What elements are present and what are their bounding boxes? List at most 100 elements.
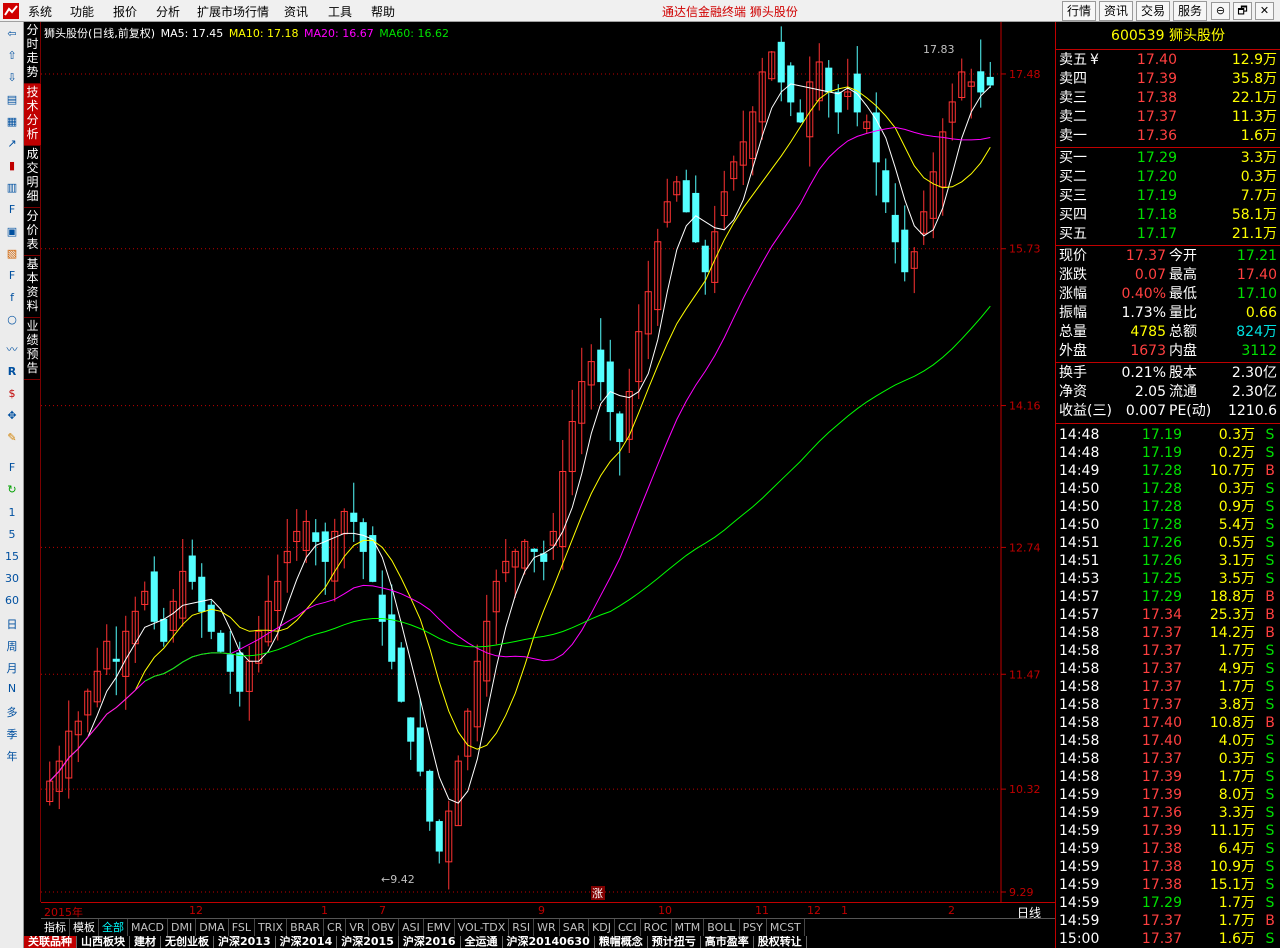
move-icon[interactable]: ✥ — [3, 408, 21, 424]
candle-body — [198, 576, 206, 612]
period-season[interactable]: 季 — [0, 726, 24, 742]
period-multi[interactable]: 多 — [0, 704, 24, 720]
arrow-left-icon[interactable]: ⇦ — [3, 26, 21, 42]
block-tab[interactable]: 沪深2016 — [399, 936, 461, 948]
indicator-tab[interactable]: 指标 — [41, 919, 70, 936]
circle-icon[interactable]: ○ — [3, 312, 21, 328]
indicator-tab[interactable]: ASI — [399, 919, 424, 936]
tick-row: 14:59 17.39 11.1万 S — [1056, 822, 1280, 840]
help-window-icon[interactable]: ⊖ — [1211, 2, 1230, 20]
fs-icon[interactable]: F — [3, 460, 21, 476]
block-tab[interactable]: 沪深2013 — [214, 936, 276, 948]
indicator-tab[interactable]: BOLL — [704, 919, 740, 936]
kline-icon[interactable]: ▮ — [3, 158, 21, 174]
tab-earnings-forecast[interactable]: 业绩预告 — [24, 318, 41, 380]
indicator-tab[interactable]: PSY — [740, 919, 767, 936]
indicator-tab[interactable]: TRIX — [255, 919, 288, 936]
indicator-tab[interactable]: OBV — [369, 919, 399, 936]
block-tab[interactable]: 沪深2014 — [276, 936, 338, 948]
menu-news[interactable]: 资讯 — [284, 3, 308, 20]
menu-analysis[interactable]: 分析 — [156, 3, 180, 20]
indicator-tab[interactable]: VR — [346, 919, 369, 936]
menu-help[interactable]: 帮助 — [371, 3, 395, 20]
indicator-tab[interactable]: 全部 — [99, 919, 128, 936]
period-60[interactable]: 60 — [0, 594, 24, 607]
block-tab[interactable]: 股权转让 — [754, 936, 807, 948]
kline-chart[interactable]: 17.48 15.73 14.16 12.74 11.47 10.32 9.29 17.83 ←… — [41, 22, 1055, 902]
trade-button[interactable]: 交易 — [1136, 1, 1170, 21]
bid-label: 买三 — [1059, 188, 1087, 204]
period-n[interactable]: N — [0, 682, 24, 695]
period-15[interactable]: 15 — [0, 550, 24, 563]
function-icon[interactable]: f — [3, 290, 21, 306]
block-tab[interactable]: 关联品种 — [24, 936, 77, 948]
indicator-tab[interactable]: RSI — [509, 919, 535, 936]
arrow-down-icon[interactable]: ⇩ — [3, 70, 21, 86]
tab-price-table[interactable]: 分价表 — [24, 208, 41, 256]
line-chart-icon[interactable]: ↗ — [3, 136, 21, 152]
tick-row: 14:50 17.28 0.3万 S — [1056, 480, 1280, 498]
indicator-tab[interactable]: BRAR — [287, 919, 325, 936]
wave-icon[interactable]: 〰 — [3, 342, 21, 358]
rsi-icon[interactable]: R — [3, 364, 21, 380]
indicator-tab[interactable]: SAR — [560, 919, 590, 936]
tab-technical[interactable]: 技术分析 — [24, 84, 41, 146]
grid-icon[interactable]: ▦ — [3, 114, 21, 130]
indicator-tab[interactable]: DMI — [168, 919, 197, 936]
indicator-tab[interactable]: VOL-TDX — [455, 919, 510, 936]
news-button[interactable]: 资讯 — [1099, 1, 1133, 21]
period-5[interactable]: 5 — [0, 528, 24, 541]
menu-tools[interactable]: 工具 — [328, 3, 352, 20]
indicator-tab[interactable]: FSL — [229, 919, 255, 936]
indicator-tab[interactable]: MACD — [128, 919, 168, 936]
tab-fundamentals[interactable]: 基本资料 — [24, 256, 41, 318]
menu-system[interactable]: 系统 — [28, 3, 52, 20]
service-button[interactable]: 服务 — [1173, 1, 1207, 21]
menu-quote[interactable]: 报价 — [113, 3, 137, 20]
period-year[interactable]: 年 — [0, 748, 24, 764]
indicator-tab[interactable]: ROC — [641, 919, 672, 936]
block-tab[interactable]: 预计扭亏 — [648, 936, 701, 948]
period-1[interactable]: 1 — [0, 506, 24, 519]
indicator-tab[interactable]: MCST — [767, 919, 805, 936]
block-tab[interactable]: 沪深20140630 — [503, 936, 595, 948]
indicator-tab[interactable]: DMA — [196, 919, 229, 936]
refresh-icon[interactable]: ↻ — [3, 482, 21, 498]
period-30[interactable]: 30 — [0, 572, 24, 585]
tab-intraday[interactable]: 分时走势 — [24, 22, 41, 84]
period-week[interactable]: 周 — [0, 638, 24, 654]
indicator-tab[interactable]: KDJ — [589, 919, 615, 936]
block-tab[interactable]: 山西板块 — [77, 936, 130, 948]
arrow-up-icon[interactable]: ⇧ — [3, 48, 21, 64]
note-icon[interactable]: ▧ — [3, 246, 21, 262]
indicator-tab[interactable]: MTM — [672, 919, 705, 936]
list-icon[interactable]: ▤ — [3, 92, 21, 108]
period-day[interactable]: 日 — [0, 616, 24, 632]
block-tab[interactable]: 粮帽概念 — [595, 936, 648, 948]
menu-extended-market[interactable]: 扩展市场行情 — [197, 3, 269, 20]
table-icon[interactable]: ▥ — [3, 180, 21, 196]
app-logo-icon[interactable] — [2, 2, 20, 20]
tick-price: 17.38 — [1141, 859, 1182, 875]
block-tab[interactable]: 建材 — [130, 936, 161, 948]
block-tab[interactable]: 无创业板 — [161, 936, 214, 948]
block-tab[interactable]: 高市盈率 — [701, 936, 754, 948]
news-icon[interactable]: ▣ — [3, 224, 21, 240]
indicator-tab[interactable]: 模板 — [70, 919, 99, 936]
tab-trade-detail[interactable]: 成交明细 — [24, 146, 41, 208]
dollar-icon[interactable]: $ — [3, 386, 21, 402]
block-tab[interactable]: 全运通 — [461, 936, 503, 948]
formula-icon[interactable]: F — [3, 268, 21, 284]
market-button[interactable]: 行情 — [1062, 1, 1096, 21]
indicator-tab[interactable]: EMV — [424, 919, 455, 936]
indicator-tab[interactable]: CCI — [615, 919, 641, 936]
f10-icon[interactable]: F — [3, 202, 21, 218]
indicator-tab[interactable]: WR — [534, 919, 560, 936]
indicator-tab[interactable]: CR — [324, 919, 347, 936]
period-month[interactable]: 月 — [0, 660, 24, 676]
restore-icon[interactable]: 🗗 — [1233, 2, 1252, 20]
menu-function[interactable]: 功能 — [70, 3, 94, 20]
block-tab[interactable]: 沪深2015 — [337, 936, 399, 948]
pencil-icon[interactable]: ✎ — [3, 430, 21, 446]
close-icon[interactable]: ✕ — [1255, 2, 1274, 20]
